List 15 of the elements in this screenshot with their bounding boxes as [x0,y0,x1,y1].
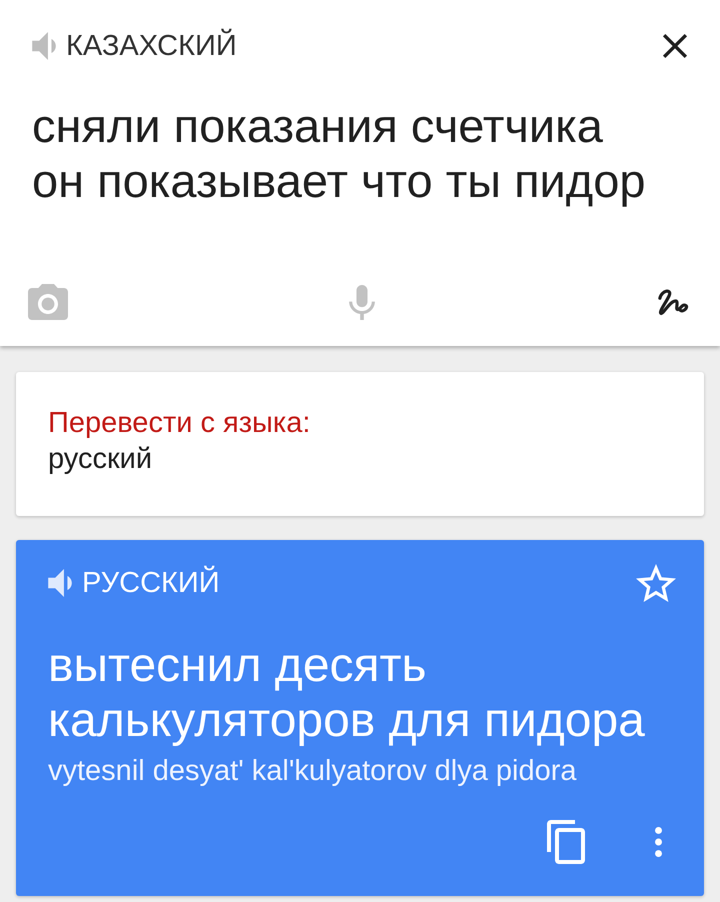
speaker-icon[interactable] [32,32,56,60]
source-language-label[interactable]: КАЗАХСКИЙ [66,30,237,62]
translation-text: вытеснил десять калькуляторов для пидора [48,638,646,748]
speaker-icon[interactable] [48,569,72,597]
star-icon[interactable] [636,564,676,602]
target-language-label[interactable]: РУССКИЙ [82,567,220,599]
copy-icon[interactable] [547,820,585,864]
close-icon[interactable] [662,33,688,59]
more-options-icon[interactable] [655,827,662,857]
suggestion-label: Перевести с языка: [48,406,310,441]
transliteration-text: vytesnil desyat' kal'kulyatorov dlya pidora [48,754,578,788]
suggested-language-link[interactable]: русский [48,441,152,477]
input-text[interactable]: сняли показания счетчика он показывает что ты пидор [32,98,654,208]
suggestion-card[interactable]: Перевести с языка: русский [16,372,704,516]
handwriting-icon[interactable] [656,287,690,317]
